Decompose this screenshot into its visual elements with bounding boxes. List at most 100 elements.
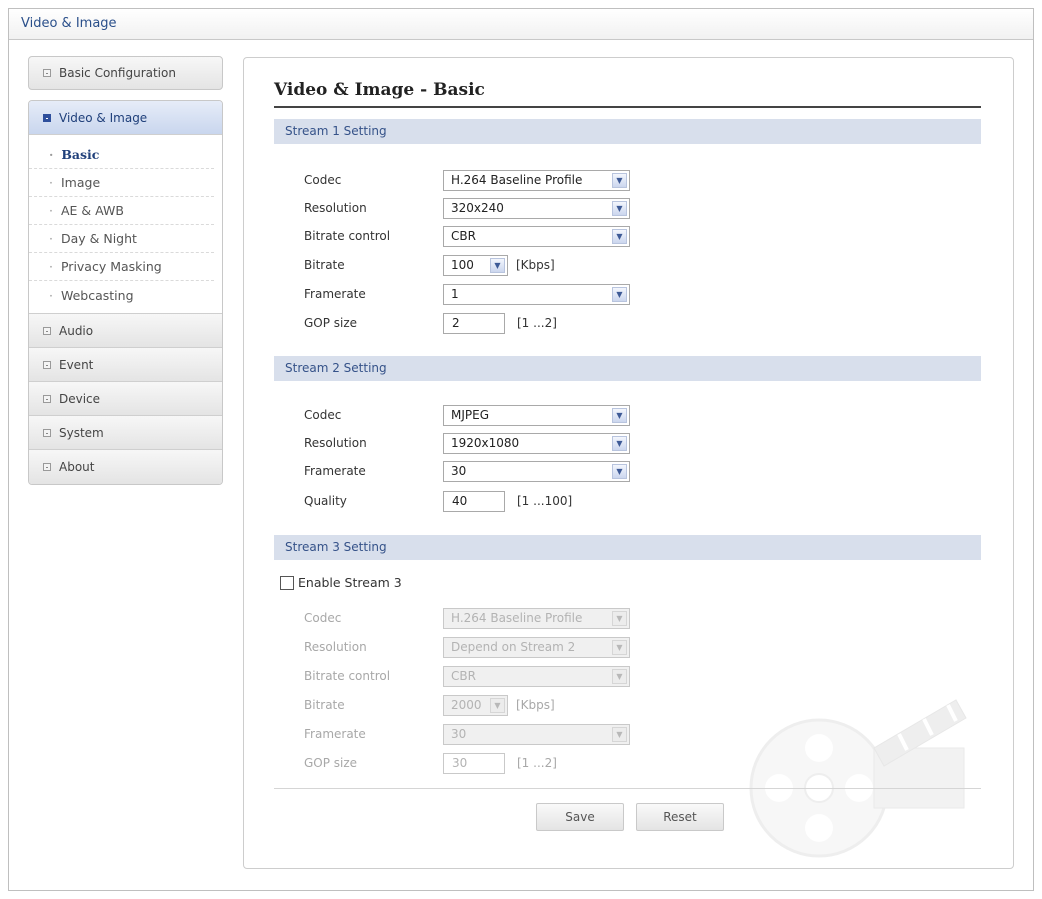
stream1-gop-row: GOP size 2 [1 ...2] (304, 312, 557, 334)
stream3-codec-label: Codec (304, 611, 342, 625)
square-bullet-icon (43, 69, 51, 77)
subnav-label: Image (60, 175, 101, 190)
enable-stream3-checkbox[interactable] (280, 575, 294, 590)
stream2-quality-row: Quality 40 [1 ...100] (304, 490, 572, 512)
stream3-resolution-select: Depend on Stream 2 ▼ (443, 636, 630, 658)
stream1-bitrate-select[interactable]: 100 ▼ (443, 254, 508, 276)
dot-icon: · (49, 175, 53, 190)
stream3-section-header: Stream 3 Setting (274, 535, 981, 560)
stream2-codec-select[interactable]: MJPEG ▼ (443, 404, 630, 426)
stream1-gop-input[interactable]: 2 (443, 312, 505, 334)
square-bullet-icon (43, 113, 51, 122)
select-value: MJPEG (451, 408, 490, 422)
stream2-framerate-select[interactable]: 30 ▼ (443, 460, 630, 482)
stream1-section-header: Stream 1 Setting (274, 119, 981, 144)
stream3-resolution-row: Resolution Depend on Stream 2 ▼ (304, 636, 630, 658)
stream2-framerate-row: Framerate 30 ▼ (304, 460, 630, 482)
select-value: 2000 (451, 698, 482, 712)
stream1-bitrate-label: Bitrate (304, 258, 345, 272)
stream1-gop-label: GOP size (304, 316, 358, 330)
stream1-bitrate-control-select[interactable]: CBR ▼ (443, 225, 630, 247)
bottom-divider (274, 788, 981, 789)
sidebar-item-event[interactable]: Event (29, 348, 222, 382)
sidebar-item-label: Basic Configuration (59, 66, 176, 80)
stream3-gop-input: 30 (443, 752, 505, 774)
sidebar-item-basic-configuration[interactable]: Basic Configuration (28, 56, 223, 90)
stream2-resolution-select[interactable]: 1920x1080 ▼ (443, 432, 630, 454)
sidebar-item-audio[interactable]: Audio (29, 314, 222, 348)
select-value: 30 (451, 727, 467, 741)
dot-icon: · (49, 203, 53, 218)
square-bullet-icon (43, 428, 51, 437)
sidebar-item-label: Video & Image (59, 110, 148, 125)
stream1-resolution-label: Resolution (304, 201, 367, 215)
chevron-down-icon: ▼ (612, 407, 627, 423)
subnav-label: Day & Night (60, 231, 137, 246)
stream1-resolution-row: Resolution 320x240 ▼ (304, 197, 630, 219)
stream1-bitrate-control-label: Bitrate control (304, 229, 391, 243)
select-value: 320x240 (451, 201, 504, 215)
stream1-framerate-select[interactable]: 1 ▼ (443, 283, 630, 305)
stream3-gop-range: [1 ...2] (517, 756, 557, 770)
subnav-label: Webcasting (60, 287, 134, 303)
reset-button[interactable]: Reset (636, 803, 724, 831)
sidebar-item-label: Event (59, 357, 94, 372)
subnav-item-ae-awb[interactable]: · AE & AWB (29, 197, 214, 225)
subnav-item-privacy-masking[interactable]: · Privacy Masking (29, 253, 214, 281)
stream3-framerate-label: Framerate (304, 727, 366, 741)
enable-stream3-label: Enable Stream 3 (298, 575, 402, 590)
select-value: H.264 Baseline Profile (451, 173, 583, 187)
stream3-bitrate-select: 2000 ▼ (443, 694, 508, 716)
subnav-item-basic[interactable]: · Basic (29, 141, 214, 169)
subnav-item-day-night[interactable]: · Day & Night (29, 225, 214, 253)
stream1-framerate-row: Framerate 1 ▼ (304, 283, 630, 305)
stream2-resolution-label: Resolution (304, 436, 367, 450)
save-button[interactable]: Save (536, 803, 624, 831)
stream3-codec-select: H.264 Baseline Profile ▼ (443, 607, 630, 629)
title-divider (274, 106, 981, 108)
dot-icon: · (49, 287, 53, 303)
stream2-quality-input[interactable]: 40 (443, 490, 505, 512)
square-bullet-icon (43, 394, 51, 403)
sidebar-item-label: Audio (59, 323, 94, 338)
stream1-bitrate-control-row: Bitrate control CBR ▼ (304, 225, 630, 247)
enable-stream3-control[interactable]: Enable Stream 3 (280, 575, 402, 590)
chevron-down-icon: ▼ (612, 286, 627, 302)
subnav-item-image[interactable]: · Image (29, 169, 214, 197)
stream1-bitrate-row: Bitrate 100 ▼ [Kbps] (304, 254, 555, 276)
select-value: CBR (451, 669, 476, 683)
stream3-bitrate-control-select: CBR ▼ (443, 665, 630, 687)
stream2-section-header: Stream 2 Setting (274, 356, 981, 381)
stream3-bitrate-row: Bitrate 2000 ▼ [Kbps] (304, 694, 555, 716)
subnav-label: Basic (61, 147, 100, 162)
chevron-down-icon: ▼ (612, 200, 627, 216)
square-bullet-icon (43, 463, 51, 471)
subnav-label: Privacy Masking (60, 259, 162, 274)
select-value: 30 (451, 464, 467, 478)
film-reel-clapper-icon (749, 699, 967, 858)
subnav-item-webcasting[interactable]: · Webcasting (29, 281, 214, 309)
chevron-down-icon: ▼ (490, 697, 505, 713)
stream1-resolution-select[interactable]: 320x240 ▼ (443, 197, 630, 219)
stream2-quality-label: Quality (304, 494, 347, 508)
chevron-down-icon: ▼ (612, 463, 627, 479)
subnav-label: AE & AWB (60, 203, 124, 218)
sidebar-item-device[interactable]: Device (29, 382, 222, 416)
chevron-down-icon: ▼ (490, 257, 505, 273)
select-value: 100 (451, 258, 474, 272)
chevron-down-icon: ▼ (612, 435, 627, 451)
dot-icon: · (49, 231, 53, 246)
stream1-codec-select[interactable]: H.264 Baseline Profile ▼ (443, 169, 630, 191)
stream3-gop-row: GOP size 30 [1 ...2] (304, 752, 557, 774)
stream3-bitrate-unit: [Kbps] (516, 698, 555, 712)
sidebar-item-about[interactable]: About (29, 450, 222, 484)
stream1-codec-row: Codec H.264 Baseline Profile ▼ (304, 169, 630, 191)
stream3-codec-row: Codec H.264 Baseline Profile ▼ (304, 607, 630, 629)
square-bullet-icon (43, 360, 51, 369)
stream3-bitrate-control-label: Bitrate control (304, 669, 391, 683)
stream2-codec-row: Codec MJPEG ▼ (304, 404, 630, 426)
main-panel: Video & Image - Basic Stream 1 Setting C… (243, 57, 1014, 869)
sidebar-item-system[interactable]: System (29, 416, 222, 450)
chevron-down-icon: ▼ (612, 172, 627, 188)
sidebar-item-video-image[interactable]: Video & Image (29, 101, 222, 135)
